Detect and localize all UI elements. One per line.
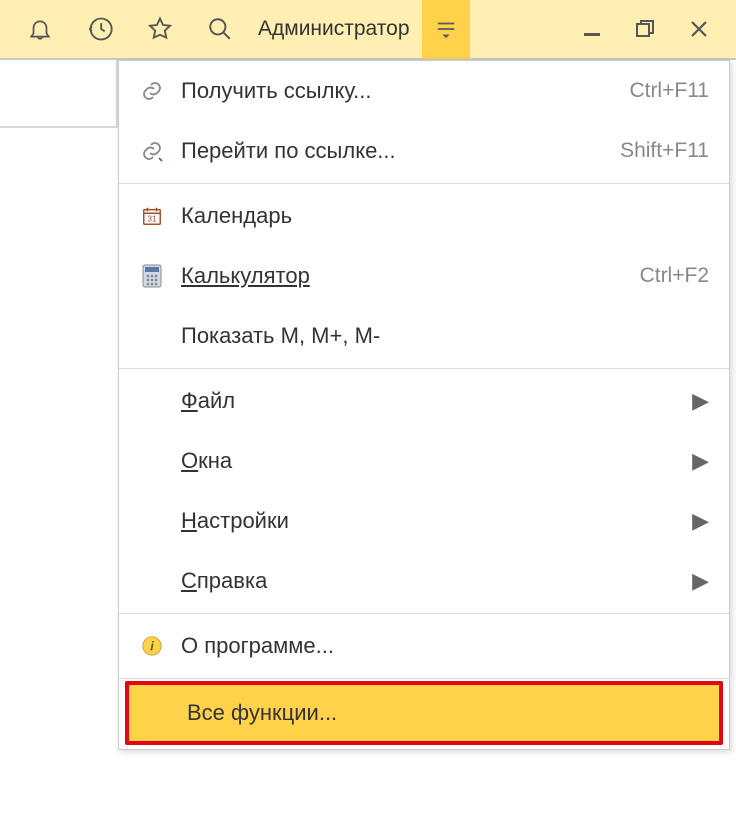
menu-item-label: Справка (173, 568, 692, 594)
main-menu-button[interactable] (422, 0, 470, 59)
menu-item-calendar[interactable]: 31 Календарь (119, 186, 729, 246)
menu-item-label: Калькулятор (173, 263, 640, 289)
svg-text:31: 31 (147, 215, 157, 224)
menu-item-settings[interactable]: Настройки ▶ (119, 491, 729, 551)
menu-item-shortcut: Ctrl+F11 (629, 79, 709, 103)
minimize-icon[interactable] (582, 19, 602, 39)
close-icon[interactable] (688, 18, 710, 40)
highlight-box: Все функции... (125, 681, 723, 745)
chevron-right-icon: ▶ (692, 448, 709, 474)
menu-item-windows[interactable]: Окна ▶ (119, 431, 729, 491)
svg-text:i: i (150, 639, 154, 654)
menu-item-goto-link[interactable]: Перейти по ссылке... Shift+F11 (119, 121, 729, 181)
menu-item-file[interactable]: Файл ▶ (119, 371, 729, 431)
menu-item-about[interactable]: i О программе... (119, 616, 729, 676)
menu-separator (119, 678, 729, 679)
menu-item-label: Окна (173, 448, 692, 474)
info-icon: i (131, 635, 173, 657)
history-icon[interactable] (70, 0, 130, 59)
window-controls (554, 18, 726, 40)
menu-item-all-functions[interactable]: Все функции... (129, 685, 719, 741)
panel-stub (0, 60, 118, 128)
link-go-icon (131, 139, 173, 163)
menu-item-label: Файл (173, 388, 692, 414)
menu-item-label: Перейти по ссылке... (173, 138, 620, 164)
menu-item-label: Все функции... (179, 700, 699, 726)
menu-item-label: О программе... (173, 633, 709, 659)
menu-separator (119, 613, 729, 614)
calculator-icon (131, 264, 173, 288)
menu-separator (119, 183, 729, 184)
calendar-icon: 31 (131, 205, 173, 227)
chevron-right-icon: ▶ (692, 568, 709, 594)
main-menu-dropdown: Получить ссылку... Ctrl+F11 Перейти по с… (118, 60, 730, 750)
app-toolbar: Администратор (0, 0, 736, 60)
link-icon (131, 79, 173, 103)
chevron-right-icon: ▶ (692, 508, 709, 534)
menu-item-get-link[interactable]: Получить ссылку... Ctrl+F11 (119, 61, 729, 121)
menu-item-shortcut: Ctrl+F2 (640, 264, 709, 288)
menu-item-label: Календарь (173, 203, 709, 229)
menu-item-label: Настройки (173, 508, 692, 534)
user-label[interactable]: Администратор (250, 17, 418, 41)
menu-item-shortcut: Shift+F11 (620, 139, 709, 163)
menu-item-calculator[interactable]: Калькулятор Ctrl+F2 (119, 246, 729, 306)
bell-icon[interactable] (10, 0, 70, 59)
menu-item-help[interactable]: Справка ▶ (119, 551, 729, 611)
search-icon[interactable] (190, 0, 250, 59)
chevron-right-icon: ▶ (692, 388, 709, 414)
menu-item-show-m[interactable]: Показать M, M+, M- (119, 306, 729, 366)
menu-item-label: Получить ссылку... (173, 78, 629, 104)
menu-separator (119, 368, 729, 369)
menu-item-label: Показать M, M+, M- (173, 323, 709, 349)
star-icon[interactable] (130, 0, 190, 59)
restore-icon[interactable] (634, 18, 656, 40)
